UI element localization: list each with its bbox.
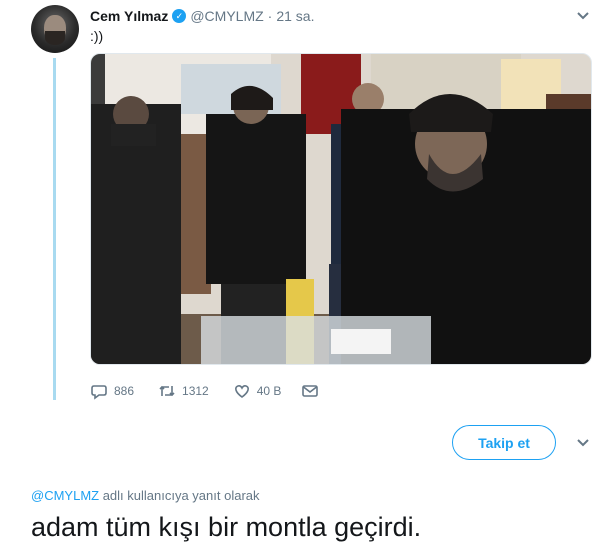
reply-button[interactable]: 886 [90, 382, 134, 400]
separator-dot: · [267, 8, 273, 24]
reply-mention-link[interactable]: @CMYLMZ [31, 488, 99, 503]
thread-line [53, 58, 56, 400]
chevron-down-icon[interactable] [574, 434, 592, 452]
like-count: 40 B [256, 384, 282, 398]
original-tweet: Cem Yılmaz ✓ @CMYLMZ · 21 sa. :)) 886 13… [0, 0, 609, 410]
reply-count: 886 [114, 384, 135, 398]
tweet-photo[interactable] [90, 53, 592, 365]
tweet-actions: 886 1312 40 B [90, 382, 339, 400]
reply-tweet-text: adam tüm kışı bir montla geçirdi. [31, 512, 422, 542]
verified-badge-icon: ✓ [172, 9, 187, 23]
retweet-count: 1312 [182, 384, 209, 398]
reply-icon [90, 382, 108, 400]
tweet-time[interactable]: 21 sa. [276, 8, 314, 24]
reply-context: @CMYLMZ adlı kullanıcıya yanıt olarak [31, 488, 260, 503]
follow-button[interactable]: Takip et [452, 425, 556, 460]
chevron-down-icon[interactable] [574, 7, 592, 25]
retweet-icon [158, 382, 176, 400]
retweet-button[interactable]: 1312 [158, 382, 209, 400]
reply-context-text: adlı kullanıcıya yanıt olarak [99, 488, 260, 503]
avatar[interactable] [31, 5, 79, 53]
tweet-header: Cem Yılmaz ✓ @CMYLMZ · 21 sa. [90, 8, 314, 24]
tweet-text: :)) [90, 28, 104, 44]
message-button[interactable] [301, 382, 325, 400]
author-handle[interactable]: @CMYLMZ [190, 8, 263, 24]
message-icon [301, 382, 319, 400]
like-button[interactable]: 40 B [233, 382, 282, 400]
author-name[interactable]: Cem Yılmaz [90, 8, 168, 24]
like-icon [233, 382, 251, 400]
